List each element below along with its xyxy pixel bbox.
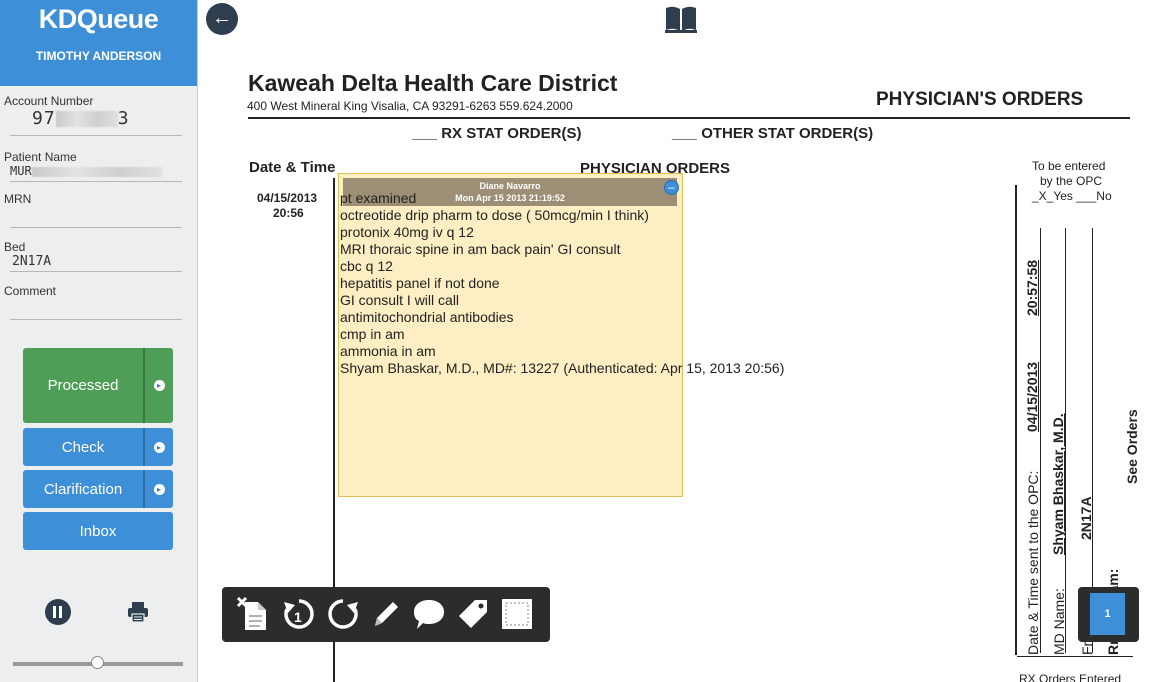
- brand-header: KDQueue TIMOTHY ANDERSON: [0, 0, 197, 86]
- patient-name-label: Patient Name: [4, 150, 77, 164]
- header-rule: [248, 117, 1130, 119]
- app-logo: KDQueue: [38, 4, 159, 34]
- pen-icon[interactable]: [366, 595, 404, 633]
- see-orders-label: See Orders: [1124, 409, 1140, 484]
- other-stat-order: ___ OTHER STAT ORDER(S): [672, 125, 874, 142]
- yes-no-checkbox: _X_Yes ___No: [1032, 189, 1112, 203]
- entry-time: 20:56: [273, 206, 304, 220]
- clarification-label: Clarification: [43, 480, 123, 498]
- redacted-block: [55, 111, 118, 127]
- comment-icon[interactable]: [410, 595, 448, 633]
- delete-page-icon[interactable]: [234, 595, 272, 633]
- zoom-slider[interactable]: [13, 656, 183, 669]
- pause-icon[interactable]: [45, 599, 71, 625]
- mrn-label: MRN: [4, 192, 32, 206]
- page-indicator[interactable]: 1: [1078, 587, 1139, 642]
- book-icon[interactable]: [664, 3, 698, 35]
- minus-icon[interactable]: –: [664, 180, 679, 195]
- print-icon[interactable]: [126, 600, 150, 624]
- sent-to-opc-label: Date & Time sent to the OPC:: [1025, 470, 1041, 655]
- order-line: protonix 40mg iv q 12: [340, 224, 474, 240]
- comment-field: Comment: [4, 284, 182, 320]
- md-name-label: MD Name:: [1051, 588, 1067, 655]
- md-name-value: Shyam Bhaskar, M.D.: [1050, 413, 1066, 555]
- tag-icon[interactable]: [454, 595, 492, 633]
- svg-text:1: 1: [294, 609, 302, 625]
- mrn-field: MRN: [4, 192, 182, 228]
- account-number-field: Account Number 97 3: [4, 94, 182, 136]
- order-line: MRI thoraic spine in am back pain' GI co…: [340, 241, 621, 257]
- date-time-header: Date & Time: [249, 159, 336, 176]
- patient-name-value[interactable]: MUR: [10, 164, 182, 182]
- column-rule: [1015, 185, 1017, 655]
- comment-value[interactable]: [10, 298, 182, 320]
- order-line: GI consult I will call: [340, 292, 460, 308]
- footer-rule: [1017, 656, 1133, 657]
- mrn-value[interactable]: [10, 206, 182, 228]
- bed-field: Bed 2N17A: [4, 240, 182, 272]
- patient-name-field: Patient Name MUR: [4, 150, 182, 182]
- order-line: hepatitis panel if not done: [340, 275, 500, 291]
- order-line: octreotide drip pharm to dose ( 50mcg/mi…: [340, 207, 649, 223]
- org-name: Kaweah Delta Health Care District: [248, 70, 618, 96]
- org-address: 400 West Mineral King Visalia, CA 93291-…: [247, 99, 573, 113]
- inbox-button[interactable]: Inbox: [23, 512, 173, 550]
- clarification-next-icon[interactable]: ▸: [143, 470, 173, 508]
- order-line: pt examined: [340, 190, 417, 206]
- order-line: ammonia in am: [340, 343, 436, 359]
- processed-next-icon[interactable]: ▸: [143, 348, 173, 423]
- inbox-label: Inbox: [79, 522, 117, 540]
- stamp-icon[interactable]: [498, 595, 536, 633]
- order-line: antimitochondrial antibodies: [340, 309, 514, 325]
- processed-button[interactable]: Processed ▸: [23, 348, 173, 423]
- page-number: 1: [1090, 593, 1125, 635]
- entry-date: 04/15/2013: [257, 191, 318, 205]
- rotate-right-icon[interactable]: [324, 595, 362, 633]
- rx-orders-entered: RX Orders Entered: [1019, 672, 1122, 682]
- order-line: Shyam Bhaskar, M.D., MD#: 13227 (Authent…: [340, 360, 785, 376]
- account-number-label: Account Number: [4, 94, 94, 108]
- to-be-entered-label: To be entered: [1032, 159, 1106, 173]
- sent-date: 04/15/2013: [1024, 361, 1040, 432]
- back-arrow-icon[interactable]: ←: [206, 3, 238, 35]
- form-title: PHYSICIAN'S ORDERS: [876, 89, 1084, 110]
- sidebar: KDQueue TIMOTHY ANDERSON Account Number …: [0, 0, 198, 682]
- bed-value[interactable]: 2N17A: [10, 254, 182, 272]
- rx-stat-order: ___ RX STAT ORDER(S): [412, 125, 582, 142]
- sent-time: 20:57:58: [1024, 259, 1040, 316]
- zoom-slider-handle[interactable]: [91, 656, 104, 669]
- annotation-toolbar: 1: [222, 587, 550, 642]
- by-opc-label: by the OPC: [1040, 174, 1103, 188]
- account-number-value[interactable]: 97 3: [10, 108, 182, 136]
- check-label: Check: [61, 438, 105, 456]
- rotate-left-icon[interactable]: 1: [280, 595, 318, 633]
- order-line: cmp in am: [340, 326, 405, 342]
- redacted-block: [31, 166, 162, 177]
- user-name: TIMOTHY ANDERSON: [35, 49, 162, 63]
- check-button[interactable]: Check ▸: [23, 428, 173, 466]
- check-next-icon[interactable]: ▸: [143, 428, 173, 466]
- bed-label: Bed: [4, 240, 26, 254]
- order-line: cbc q 12: [340, 258, 393, 274]
- processed-label: Processed: [47, 377, 119, 394]
- room-value: 2N17A: [1078, 496, 1094, 540]
- clarification-button[interactable]: Clarification ▸: [23, 470, 173, 508]
- comment-label: Comment: [4, 284, 57, 298]
